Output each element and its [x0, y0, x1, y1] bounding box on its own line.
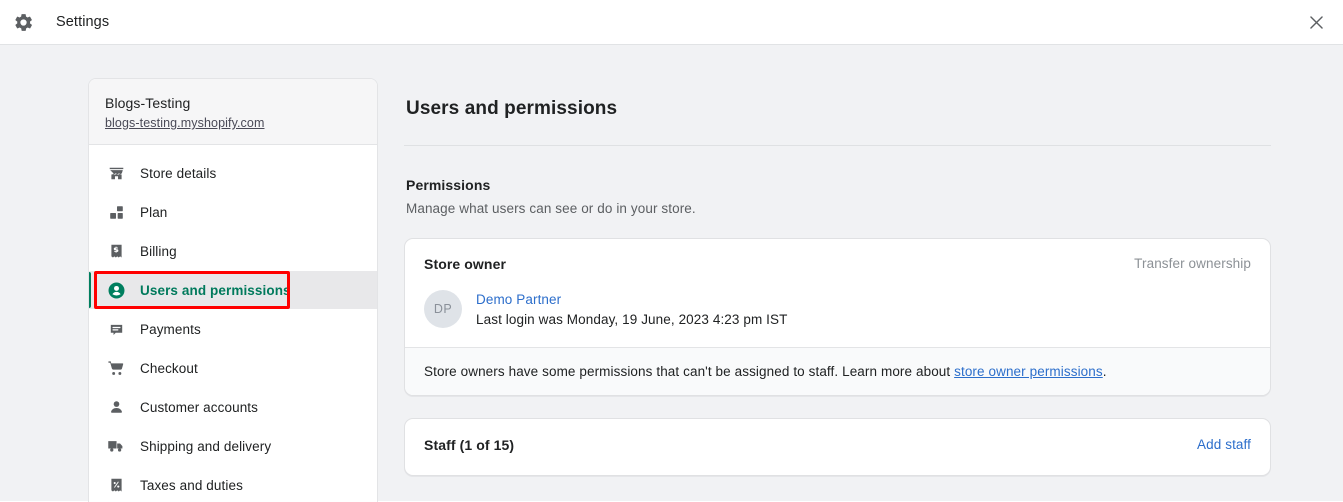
sidebar-item-label: Users and permissions	[140, 282, 291, 298]
store-owner-permissions-link[interactable]: store owner permissions	[954, 364, 1103, 379]
sidebar-item-label: Checkout	[140, 360, 198, 376]
main-content: Users and permissions Permissions Manage…	[404, 78, 1271, 476]
store-owner-card-header: Store owner Transfer ownership	[424, 256, 1251, 272]
person-icon	[106, 397, 126, 417]
transfer-ownership-link[interactable]: Transfer ownership	[1134, 256, 1251, 271]
permissions-subtext: Manage what users can see or do in your …	[406, 201, 696, 216]
staff-card-header: Staff (1 of 15) Add staff	[424, 437, 1251, 453]
sidebar-item-checkout[interactable]: Checkout	[89, 349, 377, 387]
store-owner-footer-suffix: .	[1102, 364, 1107, 379]
sidebar-item-label: Taxes and duties	[140, 477, 243, 493]
gear-icon	[6, 5, 40, 39]
permissions-heading: Permissions	[406, 177, 491, 193]
sidebar-item-label: Store details	[140, 165, 217, 181]
plan-icon	[106, 202, 126, 222]
truck-icon	[106, 436, 126, 456]
window-title: Settings	[56, 14, 110, 30]
store-owner-row: DP Demo Partner Last login was Monday, 1…	[424, 290, 1251, 328]
staff-title: Staff (1 of 15)	[424, 437, 515, 453]
sidebar-item-customer-accounts[interactable]: Customer accounts	[89, 388, 377, 426]
sidebar-item-label: Shipping and delivery	[140, 438, 272, 454]
store-name: Blogs-Testing	[105, 95, 191, 111]
sidebar-store-header: Blogs-Testing blogs-testing.myshopify.co…	[89, 79, 377, 145]
avatar: DP	[424, 290, 462, 328]
billing-icon	[106, 241, 126, 261]
owner-last-login: Last login was Monday, 19 June, 2023 4:2…	[476, 311, 788, 327]
sidebar-item-users-and-permissions[interactable]: Users and permissions	[89, 271, 377, 309]
store-owner-card-body: Store owner Transfer ownership DP Demo P…	[405, 239, 1270, 347]
sidebar-item-label: Customer accounts	[140, 399, 258, 415]
store-owner-footer-prefix: Store owners have some permissions that …	[424, 364, 955, 379]
sidebar-item-taxes-and-duties[interactable]: Taxes and duties	[89, 466, 377, 502]
sidebar-item-plan[interactable]: Plan	[89, 193, 377, 231]
sidebar-nav-list: Store details Plan Billing Users and per…	[89, 145, 377, 502]
page-title: Users and permissions	[406, 98, 618, 119]
percent-receipt-icon	[106, 475, 126, 495]
sidebar-item-billing[interactable]: Billing	[89, 232, 377, 270]
user-circle-icon	[106, 280, 126, 300]
staff-card: Staff (1 of 15) Add staff	[404, 418, 1271, 476]
owner-details: Demo Partner Last login was Monday, 19 J…	[476, 292, 787, 327]
store-url-link[interactable]: blogs-testing.myshopify.com	[105, 116, 361, 130]
window-titlebar: Settings	[0, 0, 1343, 45]
sidebar-item-label: Plan	[140, 204, 168, 220]
storefront-icon	[106, 163, 126, 183]
sidebar-item-shipping-and-delivery[interactable]: Shipping and delivery	[89, 427, 377, 465]
owner-name-link[interactable]: Demo Partner	[476, 292, 787, 307]
permissions-section-header: Permissions Manage what users can see or…	[406, 177, 1271, 216]
titlebar-left-group: Settings	[6, 5, 109, 39]
settings-page: Blogs-Testing blogs-testing.myshopify.co…	[0, 45, 1343, 502]
payments-icon	[106, 319, 126, 339]
store-owner-card: Store owner Transfer ownership DP Demo P…	[404, 238, 1271, 396]
cart-icon	[106, 358, 126, 378]
store-owner-title: Store owner	[424, 256, 507, 272]
settings-sidebar: Blogs-Testing blogs-testing.myshopify.co…	[88, 78, 378, 502]
store-owner-card-footer: Store owners have some permissions that …	[405, 347, 1270, 395]
sidebar-item-payments[interactable]: Payments	[89, 310, 377, 348]
title-divider	[404, 145, 1271, 146]
sidebar-item-label: Payments	[140, 321, 201, 337]
sidebar-item-label: Billing	[140, 243, 177, 259]
close-icon[interactable]	[1299, 5, 1333, 39]
sidebar-item-store-details[interactable]: Store details	[89, 154, 377, 192]
add-staff-link[interactable]: Add staff	[1197, 437, 1251, 452]
staff-card-body: Staff (1 of 15) Add staff	[405, 419, 1270, 475]
